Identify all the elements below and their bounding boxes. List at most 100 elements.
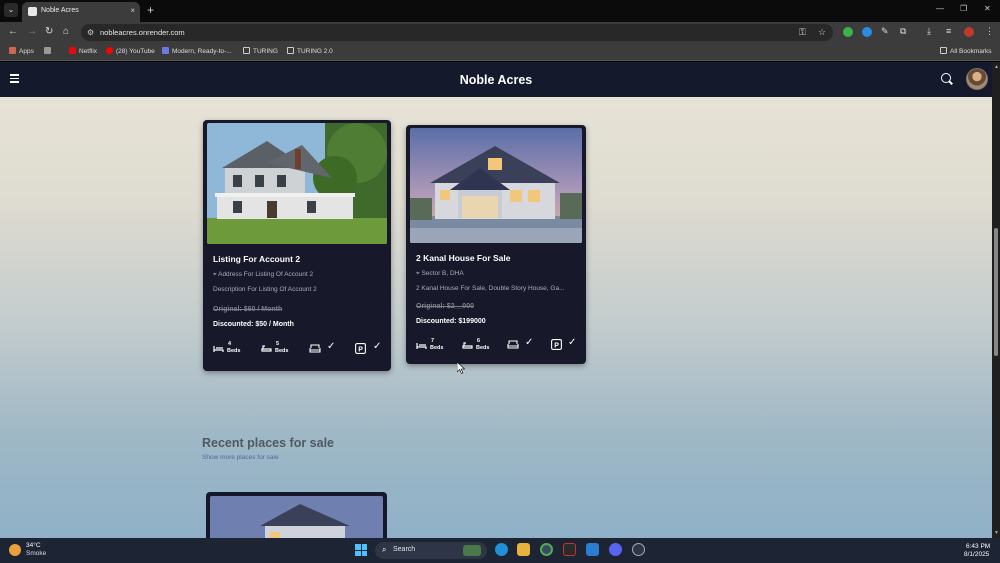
bookmark-star-icon[interactable]: ☆ xyxy=(818,27,826,38)
favicon-icon xyxy=(28,7,37,16)
weather-temperature[interactable]: 34°C xyxy=(26,542,41,549)
forward-arrow-icon[interactable]: → xyxy=(27,26,37,37)
bookmark-label: TURING 2.0 xyxy=(297,48,333,55)
shield-extension-icon[interactable] xyxy=(843,27,853,37)
sofa-icon xyxy=(309,344,321,353)
tab-title: Noble Acres xyxy=(41,7,79,14)
minimize-button[interactable]: — xyxy=(936,4,944,13)
folder-icon xyxy=(940,47,947,54)
new-tab-button[interactable]: + xyxy=(147,3,154,17)
scrollbar-thumb[interactable] xyxy=(994,228,998,356)
beds-value: 4 xyxy=(228,341,232,347)
house-photo xyxy=(207,123,387,244)
app-icon[interactable] xyxy=(563,543,576,556)
discounted-price: Discounted: $199000 xyxy=(416,318,486,325)
bookmark-grid[interactable] xyxy=(44,47,54,55)
brand-title[interactable]: Noble Acres xyxy=(0,73,992,87)
svg-text:P: P xyxy=(554,342,559,349)
browser-toolbar: ← → ↻ ⌂ ⚙ nobleacres.onrender.com ⚿ ☆ ✎ … xyxy=(0,22,1000,43)
windows-start-icon[interactable] xyxy=(355,544,367,556)
original-price: Original: $60 / Month xyxy=(213,306,283,313)
bookmark-apps[interactable]: Apps xyxy=(9,47,34,55)
bookmark-turing[interactable]: TURING xyxy=(243,47,278,55)
all-bookmarks[interactable]: All Bookmarks xyxy=(940,47,992,55)
beds-label: Beds xyxy=(227,348,241,354)
bookmark-youtube[interactable]: (28) YouTube xyxy=(106,47,155,55)
svg-text:P: P xyxy=(358,346,363,353)
bed-icon xyxy=(416,343,427,349)
weather-condition[interactable]: Smoke xyxy=(26,550,46,557)
scroll-up-arrow-icon[interactable]: ▲ xyxy=(994,64,999,70)
show-more-link[interactable]: Show more places for sale xyxy=(202,454,279,461)
baths-value: 6 xyxy=(477,338,481,344)
taskbar-search[interactable]: ⌕ Search xyxy=(375,542,487,559)
profile-icon[interactable] xyxy=(964,27,974,37)
bed-icon xyxy=(213,346,224,352)
edge-icon[interactable] xyxy=(495,543,508,556)
scroll-down-arrow-icon[interactable]: ▼ xyxy=(994,530,999,536)
bookmark-netflix[interactable]: Netflix xyxy=(69,47,97,55)
weather-icon[interactable] xyxy=(9,544,21,556)
house-photo xyxy=(410,128,582,243)
bookmark-label: Modern, Ready-to-... xyxy=(172,48,232,55)
netflix-icon xyxy=(69,47,76,54)
clock-date[interactable]: 8/1/2025 xyxy=(964,551,989,558)
listing-image[interactable] xyxy=(207,123,387,244)
chrome-icon[interactable] xyxy=(540,543,553,556)
section-title: Recent places for sale xyxy=(202,436,335,450)
file-explorer-icon[interactable] xyxy=(517,543,530,556)
listing-card[interactable] xyxy=(206,492,387,538)
tab-close-icon[interactable]: × xyxy=(130,6,135,15)
back-arrow-icon[interactable]: ← xyxy=(8,26,18,37)
listing-image[interactable] xyxy=(410,128,582,243)
url-text[interactable]: nobleacres.onrender.com xyxy=(100,28,185,37)
vscode-icon[interactable] xyxy=(586,543,599,556)
tab-search-chevron-icon[interactable]: ⌄ xyxy=(4,3,18,17)
discord-icon[interactable] xyxy=(609,543,622,556)
avatar[interactable] xyxy=(966,68,988,90)
home-icon[interactable]: ⌂ xyxy=(63,26,69,37)
app-icon[interactable] xyxy=(632,543,645,556)
discounted-price: Discounted: $50 / Month xyxy=(213,321,294,328)
listing-image[interactable] xyxy=(210,496,383,538)
restore-button[interactable]: ❐ xyxy=(960,4,967,13)
listing-description: Description For Listing Of Account 2 xyxy=(213,286,317,293)
search-icon[interactable] xyxy=(941,73,951,83)
bath-icon xyxy=(462,342,473,349)
browser-tab[interactable]: Noble Acres × xyxy=(22,2,140,22)
bookmark-modern[interactable]: Modern, Ready-to-... xyxy=(162,47,232,55)
address-bar[interactable]: ⚙ nobleacres.onrender.com ⚿ ☆ xyxy=(81,24,833,41)
listing-title[interactable]: 2 Kanal House For Sale xyxy=(416,253,510,263)
reload-icon[interactable]: ↻ xyxy=(45,26,53,37)
puzzle-extensions-icon[interactable]: ⧉ xyxy=(900,26,906,37)
media-icon[interactable]: ≡ xyxy=(946,26,951,36)
page-content: Noble Acres Listing For Account 2 ⌖ Addr… xyxy=(0,62,992,538)
browser-tab-bar: ⌄ Noble Acres × + — ❐ ✕ xyxy=(0,0,1000,22)
furnished-check-icon: ✓ xyxy=(327,341,336,352)
extension-icon[interactable] xyxy=(862,27,872,37)
taskbar: 34°C Smoke ⌕ Search 6:43 PM 8/1/2025 xyxy=(0,538,1000,563)
baths-label: Beds xyxy=(275,348,289,354)
listing-title[interactable]: Listing For Account 2 xyxy=(213,254,300,264)
clock-time[interactable]: 6:43 PM xyxy=(966,543,990,550)
pen-icon[interactable]: ✎ xyxy=(881,26,889,37)
folder-icon xyxy=(287,47,294,54)
password-key-icon[interactable]: ⚿ xyxy=(799,27,806,38)
bookmarks-bar: Apps Netflix (28) YouTube Modern, Ready-… xyxy=(0,43,1000,61)
close-window-button[interactable]: ✕ xyxy=(984,4,991,13)
more-menu-icon[interactable]: ⋮ xyxy=(985,26,994,37)
download-icon[interactable]: ⤓ xyxy=(927,26,931,37)
grid-icon xyxy=(44,47,51,54)
address-text: Sector B, DHA xyxy=(421,270,464,277)
listing-address: ⌖ Sector B, DHA xyxy=(416,270,578,278)
listing-card[interactable]: 2 Kanal House For Sale ⌖ Sector B, DHA 2… xyxy=(406,125,586,364)
beds-label: Beds xyxy=(430,345,444,351)
site-info-icon[interactable]: ⚙ xyxy=(87,28,94,37)
address-text: Address For Listing Of Account 2 xyxy=(218,271,314,278)
mouse-cursor-icon xyxy=(457,362,465,374)
parking-check-icon: ✓ xyxy=(373,341,382,352)
listing-card[interactable]: Listing For Account 2 ⌖ Address For List… xyxy=(203,120,391,371)
apps-grid-icon xyxy=(9,47,16,54)
parking-icon: P xyxy=(355,343,366,354)
bookmark-turing-2[interactable]: TURING 2.0 xyxy=(287,47,333,55)
